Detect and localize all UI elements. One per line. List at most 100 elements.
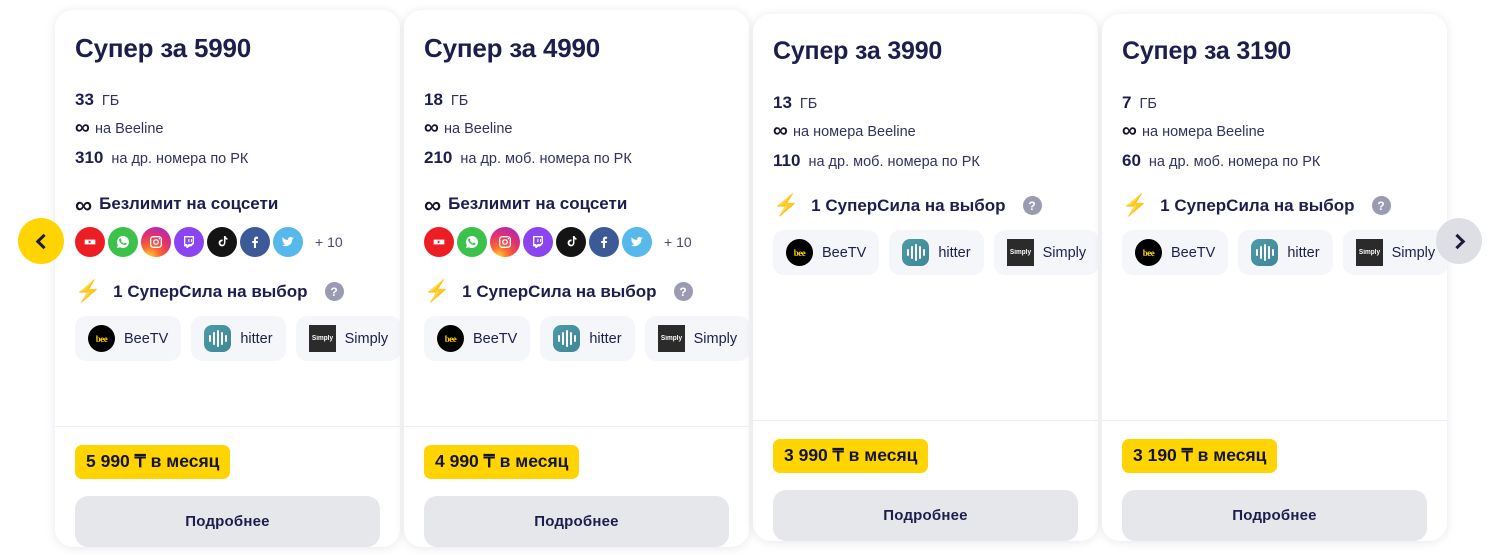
supersila-label: 1 СуперСила на выбор bbox=[1160, 195, 1355, 215]
chevron-right-icon bbox=[1449, 233, 1465, 249]
tariff-title: Супер за 3190 bbox=[1122, 37, 1292, 65]
supersila-option-label: hitter bbox=[938, 244, 971, 261]
supersila-option-simply[interactable]: Simply Simply bbox=[295, 316, 400, 362]
instagram-icon[interactable] bbox=[141, 227, 171, 258]
tariff-card-footer: 4 990 ₸ в месяц Подробнее bbox=[404, 426, 749, 547]
supersila-option-simply[interactable]: Simply Simply bbox=[644, 316, 749, 362]
supersila-option-beetv[interactable]: bee BeeTV bbox=[1122, 230, 1229, 276]
limit-value: 18 bbox=[424, 89, 443, 109]
supersila-option-list: bee BeeTV hitter Simply Simply bbox=[424, 316, 749, 362]
social-more-count[interactable]: + 10 bbox=[315, 234, 343, 250]
tariff-limits: 33 ГБ ∞ на Beeline 310 на др. номера по РК bbox=[75, 89, 380, 169]
supersila-option-label: hitter bbox=[1287, 244, 1320, 261]
limit-label: на номера Beeline bbox=[792, 123, 916, 140]
supersila-option-hitter[interactable]: hitter bbox=[1238, 230, 1333, 276]
limit-label: ГБ bbox=[101, 92, 120, 109]
social-more-count[interactable]: + 10 bbox=[664, 234, 692, 250]
limit-value: 110 bbox=[773, 150, 801, 170]
instagram-icon[interactable] bbox=[490, 227, 520, 258]
whatsapp-icon[interactable] bbox=[457, 227, 487, 258]
twitter-icon[interactable] bbox=[273, 227, 303, 258]
facebook-icon[interactable] bbox=[589, 227, 619, 258]
limit-label: на номера Beeline bbox=[1141, 123, 1265, 140]
social-unlimited-label: Безлимит на соцсети bbox=[448, 194, 628, 214]
supersila-option-hitter[interactable]: hitter bbox=[540, 316, 635, 362]
carousel-next-button[interactable] bbox=[1436, 218, 1482, 264]
youtube-icon[interactable] bbox=[424, 227, 454, 258]
supersila-option-beetv[interactable]: bee BeeTV bbox=[75, 316, 182, 362]
limit-row: 210 на др. моб. номера по РК bbox=[424, 147, 729, 168]
supersila-option-label: hitter bbox=[589, 330, 622, 347]
supersila-option-label: Simply bbox=[693, 330, 738, 347]
beetv-logo-icon: bee bbox=[1135, 239, 1162, 267]
supersila-option-hitter[interactable]: hitter bbox=[191, 316, 286, 362]
limit-row: 60 на др. моб. номера по РК bbox=[1122, 150, 1427, 171]
limit-row: 18 ГБ bbox=[424, 89, 729, 110]
beetv-logo-icon: bee bbox=[88, 325, 115, 353]
limit-label: на Beeline bbox=[443, 120, 513, 137]
limit-label: на др. моб. номера по РК bbox=[1148, 153, 1321, 170]
twitch-icon[interactable] bbox=[174, 227, 204, 258]
social-icon-row: + 10 bbox=[75, 227, 380, 258]
tariff-card[interactable]: Супер за 4990 18 ГБ ∞ на Beeline 210 на др. мо… bbox=[404, 10, 749, 547]
tariff-card-body: Супер за 4990 18 ГБ ∞ на Beeline 210 на др. мо… bbox=[404, 10, 749, 426]
limit-value: 13 bbox=[773, 92, 792, 112]
twitch-icon[interactable] bbox=[523, 227, 553, 258]
chevron-left-icon bbox=[35, 233, 51, 249]
youtube-icon[interactable] bbox=[75, 227, 105, 258]
tariff-card-body: Супер за 5990 33 ГБ ∞ на Beeline 310 на др. но… bbox=[55, 10, 400, 426]
price-badge: 5 990 ₸ в месяц bbox=[75, 445, 231, 479]
help-icon[interactable]: ? bbox=[1371, 196, 1391, 216]
supersila-option-hitter[interactable]: hitter bbox=[889, 230, 984, 276]
supersila-option-simply[interactable]: Simply Simply bbox=[993, 230, 1098, 276]
supersila-option-label: BeeTV bbox=[473, 330, 518, 347]
tiktok-icon[interactable] bbox=[556, 227, 586, 258]
help-icon[interactable]: ? bbox=[324, 282, 344, 302]
hitter-logo-icon bbox=[902, 239, 930, 267]
infinity-icon: ∞ bbox=[424, 191, 441, 219]
limit-row: 110 на др. моб. номера по РК bbox=[773, 150, 1078, 171]
tariff-card-footer: 3 190 ₸ в месяц Подробнее bbox=[1102, 420, 1447, 541]
whatsapp-icon[interactable] bbox=[108, 227, 138, 258]
tariff-card-footer: 5 990 ₸ в месяц Подробнее bbox=[55, 426, 400, 547]
limit-label: на др. моб. номера по РК bbox=[460, 150, 632, 167]
details-button[interactable]: Подробнее bbox=[75, 496, 380, 547]
limit-row: ∞ на номера Beeline bbox=[773, 118, 1078, 142]
infinity-icon: ∞ bbox=[773, 118, 788, 142]
help-icon[interactable]: ? bbox=[1022, 196, 1042, 216]
limit-value: 33 bbox=[75, 89, 94, 109]
limit-value: 210 bbox=[424, 147, 453, 167]
tariff-card[interactable]: Супер за 3990 13 ГБ ∞ на номера Beeline 110 на… bbox=[753, 14, 1098, 541]
limit-label: ГБ bbox=[450, 92, 469, 109]
twitter-icon[interactable] bbox=[622, 227, 652, 258]
lightning-bolt-icon: ⚡ bbox=[75, 280, 102, 304]
supersila-label: 1 СуперСила на выбор bbox=[113, 281, 308, 301]
supersila-option-label: Simply bbox=[1042, 244, 1087, 261]
supersila-option-beetv[interactable]: bee BeeTV bbox=[773, 230, 880, 276]
tariff-card-body: Супер за 3190 7 ГБ ∞ на номера Beeline 60 на д… bbox=[1102, 14, 1447, 420]
facebook-icon[interactable] bbox=[240, 227, 270, 258]
tariff-card[interactable]: Супер за 5990 33 ГБ ∞ на Beeline 310 на др. но… bbox=[55, 10, 400, 547]
tariff-card[interactable]: Супер за 3190 7 ГБ ∞ на номера Beeline 60 на д… bbox=[1102, 14, 1447, 541]
tariff-carousel: Супер за 5990 33 ГБ ∞ на Beeline 310 на др. но… bbox=[0, 0, 1500, 558]
lightning-bolt-icon: ⚡ bbox=[424, 280, 451, 304]
details-button[interactable]: Подробнее bbox=[773, 490, 1078, 541]
social-unlimited-heading: ∞ Безлимит на соцсети bbox=[424, 191, 729, 219]
limit-row: ∞ на Beeline bbox=[75, 115, 380, 139]
supersila-heading: ⚡ 1 СуперСила на выбор? bbox=[75, 281, 380, 302]
limit-row: 310 на др. номера по РК bbox=[75, 147, 380, 168]
supersila-heading: ⚡ 1 СуперСила на выбор? bbox=[1122, 195, 1427, 216]
limit-label: на др. моб. номера по РК bbox=[808, 153, 980, 170]
details-button[interactable]: Подробнее bbox=[424, 496, 729, 547]
simply-logo-icon: Simply bbox=[657, 325, 685, 353]
social-unlimited-heading: ∞ Безлимит на соцсети bbox=[75, 193, 380, 217]
details-button[interactable]: Подробнее bbox=[1122, 490, 1427, 541]
infinity-icon: ∞ bbox=[75, 115, 90, 139]
supersila-option-simply[interactable]: Simply Simply bbox=[1342, 230, 1447, 276]
supersila-option-beetv[interactable]: bee BeeTV bbox=[424, 316, 531, 362]
tariff-card-body: Супер за 3990 13 ГБ ∞ на номера Beeline 110 на… bbox=[753, 14, 1098, 420]
help-icon[interactable]: ? bbox=[673, 282, 693, 302]
supersila-option-label: Simply bbox=[1391, 244, 1436, 261]
carousel-prev-button[interactable] bbox=[18, 218, 64, 264]
tiktok-icon[interactable] bbox=[207, 227, 237, 258]
